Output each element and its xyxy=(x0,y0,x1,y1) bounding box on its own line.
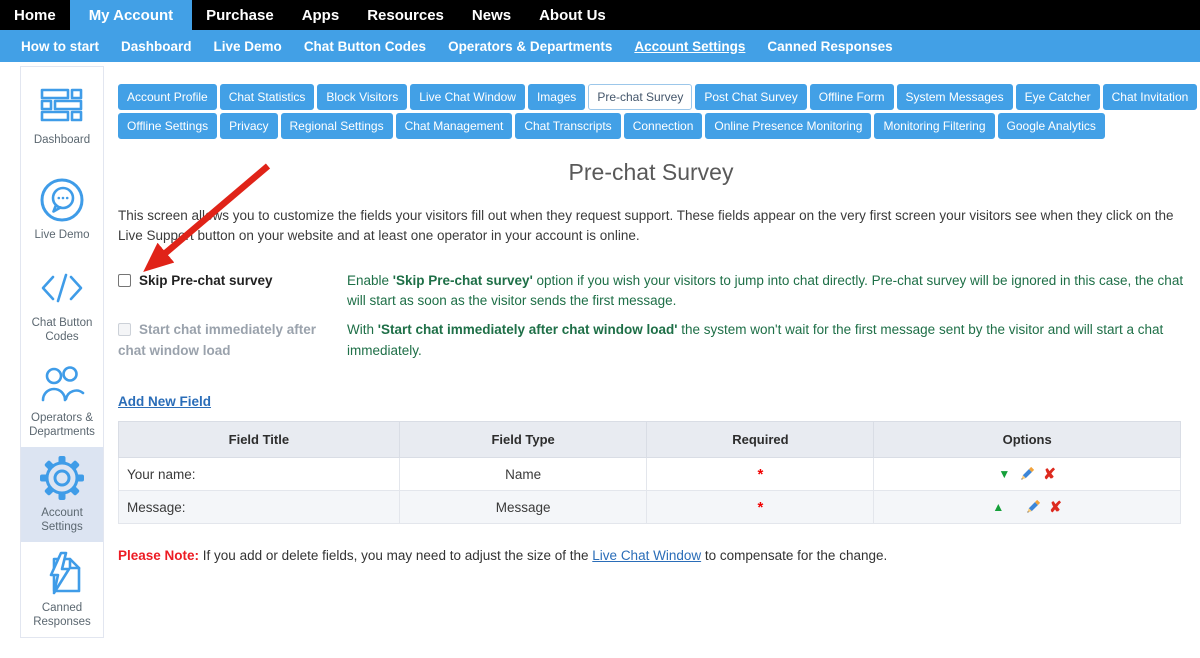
sidebar-item-canned-responses[interactable]: Canned Responses xyxy=(21,542,103,637)
sidebar-item-label: Operators & Departments xyxy=(23,411,101,440)
nav-resources[interactable]: Resources xyxy=(353,0,458,30)
page-title: Pre-chat Survey xyxy=(118,159,1184,186)
table-row: Your name: Name * ▼ xyxy=(119,458,1181,491)
options-cell: ▲ ✘ xyxy=(874,491,1181,524)
tab-offline-settings[interactable]: Offline Settings xyxy=(118,113,217,139)
tab-block-visitors[interactable]: Block Visitors xyxy=(317,84,407,110)
tab-chat-invitation[interactable]: Chat Invitation xyxy=(1103,84,1198,110)
survey-options: Skip Pre-chat survey Enable 'Skip Pre-ch… xyxy=(118,271,1184,363)
start-immediately-checkbox xyxy=(118,323,131,336)
nav-apps[interactable]: Apps xyxy=(288,0,354,30)
sidebar-item-live-demo[interactable]: Live Demo xyxy=(21,162,103,257)
tab-live-chat-window[interactable]: Live Chat Window xyxy=(410,84,525,110)
tab-post-chat-survey[interactable]: Post Chat Survey xyxy=(695,84,806,110)
skip-prechat-description: Enable 'Skip Pre-chat survey' option if … xyxy=(347,271,1184,313)
dashboard-icon xyxy=(40,82,84,128)
subnav-canned-responses[interactable]: Canned Responses xyxy=(756,39,903,54)
intro-text: This screen allows you to customize the … xyxy=(118,206,1184,247)
nav-news[interactable]: News xyxy=(458,0,525,30)
move-down-icon[interactable]: ▼ xyxy=(998,468,1010,480)
code-icon xyxy=(39,265,85,311)
fields-table: Field Title Field Type Required Options … xyxy=(118,421,1181,524)
delete-icon[interactable]: ✘ xyxy=(1043,467,1056,482)
please-note-label: Please Note: xyxy=(118,548,199,563)
settings-tabs-row-1: Account Profile Chat Statistics Block Vi… xyxy=(118,84,1184,110)
nav-home[interactable]: Home xyxy=(0,0,70,30)
edit-icon[interactable] xyxy=(1019,467,1034,482)
tab-images[interactable]: Images xyxy=(528,84,585,110)
sidebar-item-label: Canned Responses xyxy=(23,601,101,630)
live-chat-window-link[interactable]: Live Chat Window xyxy=(592,548,701,563)
sidebar-item-label: Live Demo xyxy=(35,228,90,242)
start-immediately-option: Start chat immediately after chat window… xyxy=(118,320,347,362)
tab-online-presence-monitoring[interactable]: Online Presence Monitoring xyxy=(705,113,871,139)
subnav-chat-button-codes[interactable]: Chat Button Codes xyxy=(293,39,437,54)
nav-purchase[interactable]: Purchase xyxy=(192,0,288,30)
sidebar-item-chat-button-codes[interactable]: Chat Button Codes xyxy=(21,257,103,352)
table-header-row: Field Title Field Type Required Options xyxy=(119,422,1181,458)
sidebar-item-label: Chat Button Codes xyxy=(23,316,101,345)
tab-chat-transcripts[interactable]: Chat Transcripts xyxy=(515,113,620,139)
sidebar-item-account-settings[interactable]: Account Settings xyxy=(21,447,103,542)
options-cell: ▼ ✘ xyxy=(874,458,1181,491)
nav-my-account[interactable]: My Account xyxy=(70,0,192,30)
start-immediately-description: With 'Start chat immediately after chat … xyxy=(347,320,1184,362)
settings-tabs-row-2: Offline Settings Privacy Regional Settin… xyxy=(118,113,1184,139)
field-type-cell: Name xyxy=(399,458,647,491)
please-note: Please Note: If you add or delete fields… xyxy=(118,548,1184,563)
skip-prechat-label: Skip Pre-chat survey xyxy=(139,273,273,288)
nav-about-us[interactable]: About Us xyxy=(525,0,620,30)
header-options: Options xyxy=(874,422,1181,458)
canned-responses-icon xyxy=(39,550,85,596)
top-navbar: Home My Account Purchase Apps Resources … xyxy=(0,0,1200,30)
delete-icon[interactable]: ✘ xyxy=(1049,500,1062,515)
start-immediately-label: Start chat immediately after chat window… xyxy=(118,322,316,358)
required-cell: * xyxy=(647,491,874,524)
move-up-icon[interactable]: ▲ xyxy=(992,501,1004,513)
subnav-live-demo[interactable]: Live Demo xyxy=(203,39,293,54)
field-type-cell: Message xyxy=(399,491,647,524)
header-field-title: Field Title xyxy=(119,422,400,458)
tab-account-profile[interactable]: Account Profile xyxy=(118,84,217,110)
tab-privacy[interactable]: Privacy xyxy=(220,113,277,139)
tab-regional-settings[interactable]: Regional Settings xyxy=(281,113,393,139)
tab-monitoring-filtering[interactable]: Monitoring Filtering xyxy=(874,113,994,139)
tab-offline-form[interactable]: Offline Form xyxy=(810,84,894,110)
edit-icon[interactable] xyxy=(1025,500,1040,515)
subnav-account-settings[interactable]: Account Settings xyxy=(623,39,756,54)
sidebar-item-operators-departments[interactable]: Operators & Departments xyxy=(21,352,103,447)
sub-navbar: How to start Dashboard Live Demo Chat Bu… xyxy=(0,30,1200,62)
sidebar-item-label: Account Settings xyxy=(23,506,101,535)
sidebar: Dashboard Live Demo Chat Button Codes xyxy=(20,66,104,638)
tab-connection[interactable]: Connection xyxy=(624,113,703,139)
tab-chat-management[interactable]: Chat Management xyxy=(396,113,513,139)
skip-prechat-checkbox[interactable] xyxy=(118,274,131,287)
header-field-type: Field Type xyxy=(399,422,647,458)
add-new-field-link[interactable]: Add New Field xyxy=(118,394,211,409)
field-title-cell: Your name: xyxy=(119,458,400,491)
gear-icon xyxy=(39,455,85,501)
table-row: Message: Message * ▲ xyxy=(119,491,1181,524)
sidebar-item-dashboard[interactable]: Dashboard xyxy=(21,67,103,162)
field-title-cell: Message: xyxy=(119,491,400,524)
header-required: Required xyxy=(647,422,874,458)
subnav-operators-departments[interactable]: Operators & Departments xyxy=(437,39,623,54)
subnav-dashboard[interactable]: Dashboard xyxy=(110,39,203,54)
tab-pre-chat-survey[interactable]: Pre-chat Survey xyxy=(588,84,692,110)
tab-eye-catcher[interactable]: Eye Catcher xyxy=(1016,84,1100,110)
live-demo-icon xyxy=(39,177,85,223)
tab-google-analytics[interactable]: Google Analytics xyxy=(998,113,1105,139)
subnav-how-to-start[interactable]: How to start xyxy=(10,39,110,54)
tab-system-messages[interactable]: System Messages xyxy=(897,84,1013,110)
tab-chat-statistics[interactable]: Chat Statistics xyxy=(220,84,315,110)
skip-prechat-option: Skip Pre-chat survey xyxy=(118,271,347,313)
main-content: Account Profile Chat Statistics Block Vi… xyxy=(118,84,1184,577)
required-cell: * xyxy=(647,458,874,491)
operators-icon xyxy=(39,360,85,406)
sidebar-item-label: Dashboard xyxy=(34,133,90,147)
